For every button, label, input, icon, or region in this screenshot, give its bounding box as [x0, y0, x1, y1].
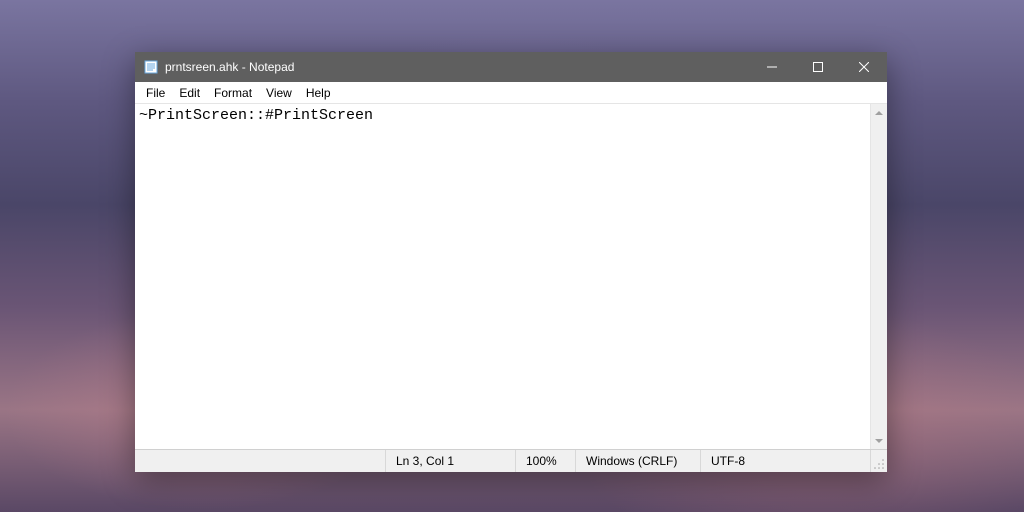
status-line-ending: Windows (CRLF): [575, 450, 700, 472]
menu-format[interactable]: Format: [207, 84, 259, 102]
notepad-window: prntsreen.ahk - Notepad File Edit Format…: [135, 52, 887, 472]
maximize-button[interactable]: [795, 52, 841, 82]
notepad-icon: [143, 59, 159, 75]
titlebar[interactable]: prntsreen.ahk - Notepad: [135, 52, 887, 82]
minimize-button[interactable]: [749, 52, 795, 82]
status-zoom: 100%: [515, 450, 575, 472]
scroll-up-icon[interactable]: [871, 104, 887, 121]
status-cursor-position: Ln 3, Col 1: [385, 450, 515, 472]
resize-grip-icon[interactable]: [870, 450, 887, 472]
status-blank: [135, 450, 385, 472]
editor-area: ~PrintScreen::#PrintScreen: [135, 104, 887, 449]
menu-view[interactable]: View: [259, 84, 299, 102]
scroll-down-icon[interactable]: [871, 432, 887, 449]
statusbar: Ln 3, Col 1 100% Windows (CRLF) UTF-8: [135, 449, 887, 472]
text-editor[interactable]: ~PrintScreen::#PrintScreen: [135, 104, 870, 449]
menubar: File Edit Format View Help: [135, 82, 887, 104]
vertical-scrollbar[interactable]: [870, 104, 887, 449]
scroll-track[interactable]: [871, 121, 887, 432]
menu-file[interactable]: File: [139, 84, 172, 102]
menu-edit[interactable]: Edit: [172, 84, 207, 102]
window-title: prntsreen.ahk - Notepad: [165, 60, 294, 74]
status-encoding: UTF-8: [700, 450, 870, 472]
close-button[interactable]: [841, 52, 887, 82]
menu-help[interactable]: Help: [299, 84, 338, 102]
